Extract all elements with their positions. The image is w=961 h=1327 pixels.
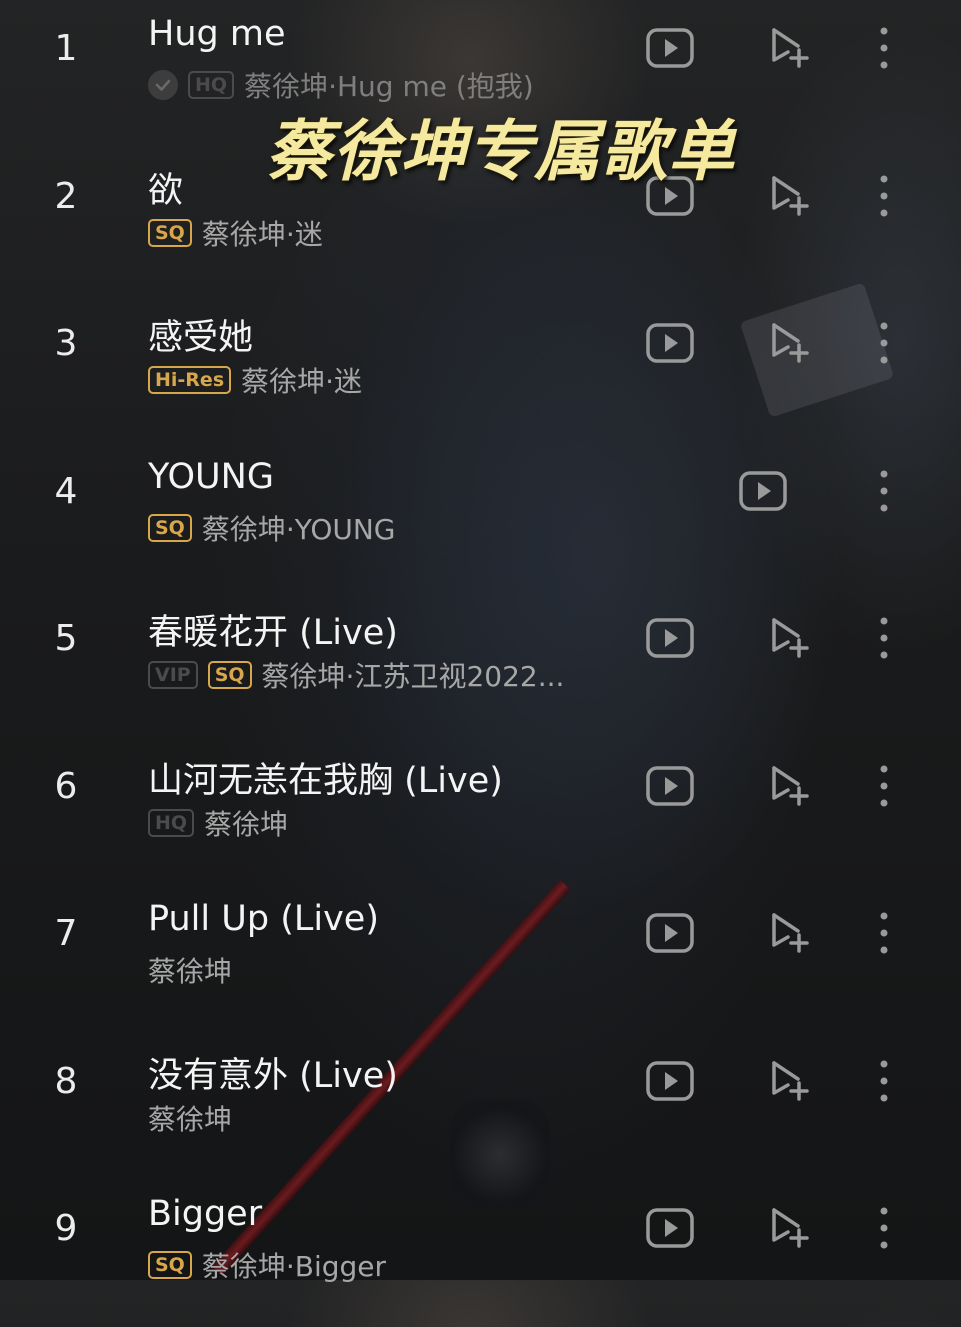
song-artist-album: 蔡徐坤·Bigger [201, 1250, 387, 1283]
more-vertical-icon[interactable] [864, 907, 904, 959]
quality-badge: Hi-Res [148, 366, 232, 394]
song-artist-album: 蔡徐坤·迷 [241, 365, 363, 398]
more-vertical-icon[interactable] [864, 760, 904, 812]
video-play-icon[interactable] [644, 1202, 696, 1254]
song-row[interactable]: 7 Pull Up (Live) 蔡徐坤 [0, 885, 961, 1032]
video-play-icon[interactable] [644, 612, 696, 664]
quality-badge: SQ [148, 513, 192, 542]
song-title: 春暖花开 (Live) [148, 613, 398, 653]
add-to-playlist-icon[interactable] [764, 317, 816, 369]
more-vertical-icon[interactable] [864, 465, 904, 517]
song-number: 2 [54, 175, 78, 217]
song-artist-album: 蔡徐坤·江苏卫视2022... [261, 660, 565, 693]
add-to-playlist-icon[interactable] [764, 170, 816, 222]
song-row[interactable]: 5 春暖花开 (Live) VIP SQ 蔡徐坤·江苏卫视2022... [0, 590, 961, 737]
song-number: 9 [54, 1208, 78, 1249]
song-title: YOUNG [148, 456, 274, 497]
downloaded-check-icon [148, 70, 178, 100]
add-to-playlist-icon[interactable] [764, 22, 816, 74]
song-artist-album: 蔡徐坤 [204, 807, 289, 841]
song-number: 6 [54, 765, 78, 807]
add-to-playlist-icon[interactable] [764, 1055, 816, 1107]
quality-badge: VIP [148, 661, 198, 689]
more-vertical-icon[interactable] [864, 612, 904, 664]
song-row[interactable]: 8 没有意外 (Live) 蔡徐坤 [0, 1033, 961, 1180]
quality-badge: HQ [148, 808, 195, 837]
video-play-icon[interactable] [737, 465, 789, 517]
song-artist-album: 蔡徐坤·YOUNG [201, 512, 396, 546]
song-title: 没有意外 (Live) [148, 1055, 398, 1096]
video-play-icon[interactable] [644, 907, 696, 959]
song-title: 山河无恙在我胸 (Live) [148, 760, 503, 801]
song-subtitle: Hi-Res 蔡徐坤·迷 [148, 361, 362, 399]
more-vertical-icon[interactable] [864, 22, 904, 74]
more-vertical-icon[interactable] [864, 170, 904, 222]
add-to-playlist-icon[interactable] [764, 907, 816, 959]
more-vertical-icon[interactable] [864, 1055, 904, 1107]
song-number: 4 [54, 470, 78, 512]
add-to-playlist-icon[interactable] [764, 612, 816, 664]
song-subtitle: 蔡徐坤 [148, 951, 232, 989]
quality-badge: SQ [148, 1251, 192, 1279]
more-vertical-icon[interactable] [864, 317, 904, 369]
quality-badge: SQ [207, 661, 252, 689]
song-number: 1 [54, 28, 78, 69]
quality-badge: HQ [188, 71, 235, 99]
video-play-icon[interactable] [644, 1055, 696, 1107]
song-row[interactable]: 4 YOUNG SQ 蔡徐坤·YOUNG [0, 443, 961, 590]
overlay-title: 蔡徐坤专属歌单 [266, 113, 735, 190]
video-play-icon[interactable] [644, 760, 696, 812]
song-number: 3 [54, 323, 78, 364]
song-subtitle: 蔡徐坤 [148, 1099, 232, 1137]
song-artist-album: 蔡徐坤 [148, 955, 233, 988]
song-subtitle: SQ 蔡徐坤·Bigger [148, 1246, 386, 1284]
song-number: 8 [54, 1060, 78, 1102]
quality-badge: SQ [148, 218, 192, 247]
song-title: Hug me [148, 14, 286, 54]
song-row[interactable]: 9 Bigger SQ 蔡徐坤·Bigger [0, 1180, 961, 1327]
song-row[interactable]: 6 山河无恙在我胸 (Live) HQ 蔡徐坤 [0, 738, 961, 885]
song-title: 感受她 [148, 318, 254, 358]
add-to-playlist-icon[interactable] [764, 760, 816, 812]
song-subtitle: SQ 蔡徐坤·迷 [148, 214, 323, 252]
song-row[interactable]: 3 感受她 Hi-Res 蔡徐坤·迷 [0, 295, 961, 442]
song-title: Bigger [148, 1194, 263, 1234]
song-number: 7 [54, 913, 78, 954]
song-title: 欲 [148, 170, 184, 211]
song-title: Pull Up (Live) [148, 899, 379, 939]
more-vertical-icon[interactable] [864, 1202, 904, 1254]
song-artist-album: 蔡徐坤·迷 [201, 217, 323, 251]
song-artist-album: 蔡徐坤 [148, 1102, 233, 1136]
song-number: 5 [54, 618, 78, 659]
song-subtitle: VIP SQ 蔡徐坤·江苏卫视2022... [148, 656, 564, 694]
video-play-icon[interactable] [644, 22, 696, 74]
song-subtitle: SQ 蔡徐坤·YOUNG [148, 509, 396, 547]
add-to-playlist-icon[interactable] [764, 1202, 816, 1254]
song-subtitle: HQ 蔡徐坤 [148, 804, 288, 842]
video-play-icon[interactable] [644, 317, 696, 369]
